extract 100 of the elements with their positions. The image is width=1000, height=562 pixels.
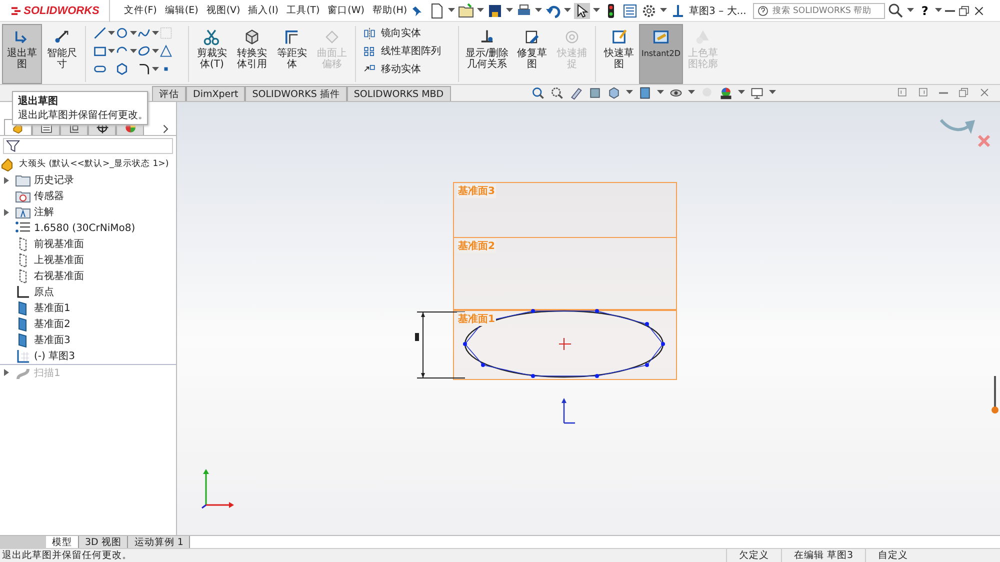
plane-label: 基准面2 bbox=[457, 239, 496, 253]
dropdown-caret-icon[interactable] bbox=[688, 90, 695, 95]
model-tab[interactable]: 运动算例 1 bbox=[128, 536, 190, 548]
tree-item[interactable]: 1.6580 (30CrNiMo8) bbox=[34, 222, 136, 234]
menu-item[interactable]: 视图(V) bbox=[202, 4, 244, 17]
status-field: 欠定义 bbox=[726, 549, 781, 562]
command-tab[interactable]: SOLIDWORKS 插件 bbox=[245, 86, 347, 101]
scene-icon bbox=[718, 86, 733, 100]
minimize-icon[interactable] bbox=[945, 10, 956, 12]
dropdown-caret-icon[interactable] bbox=[738, 90, 745, 95]
view-orientation-icon bbox=[588, 86, 602, 100]
triangle-icon[interactable] bbox=[159, 44, 173, 58]
dropdown-caret-icon[interactable] bbox=[152, 66, 159, 72]
tree-item[interactable]: 基准面3 bbox=[34, 333, 70, 347]
ellipse-icon[interactable] bbox=[137, 44, 151, 58]
command-tab[interactable]: SOLIDWORKS MBD bbox=[346, 86, 451, 101]
menu-item[interactable]: 文件(F) bbox=[120, 4, 161, 17]
search-field[interactable]: 搜索 SOLIDWORKS 帮助 bbox=[753, 2, 886, 18]
dropdown-caret-icon[interactable] bbox=[656, 90, 664, 95]
expand-arrow-icon[interactable] bbox=[4, 176, 8, 184]
dropdown-caret-icon[interactable] bbox=[130, 48, 137, 54]
ribbon-list-button[interactable]: 移动实体 bbox=[363, 62, 451, 76]
ribbon-button[interactable]: 等距实体 bbox=[272, 24, 312, 84]
sketch-origin-icon bbox=[560, 398, 576, 424]
list-icon bbox=[622, 2, 638, 18]
close-icon bbox=[973, 4, 986, 16]
dropdown-caret-icon[interactable] bbox=[593, 8, 600, 13]
dropdown-caret-icon[interactable] bbox=[564, 8, 572, 13]
sketch-icon bbox=[15, 348, 31, 364]
ruler-icon bbox=[652, 28, 670, 46]
dropdown-caret-icon[interactable] bbox=[506, 8, 514, 13]
ribbon-list-button[interactable]: 线性草图阵列 bbox=[363, 44, 451, 58]
dropdown-caret-icon[interactable] bbox=[152, 30, 159, 36]
settings-icon bbox=[641, 2, 658, 18]
help-button[interactable]: ? bbox=[917, 4, 932, 18]
tooltip-text: 退出此草图并保留任何更改。 bbox=[18, 108, 142, 122]
menu-item[interactable]: 插入(I) bbox=[244, 4, 282, 17]
ribbon-list-button[interactable]: 镜向实体 bbox=[363, 26, 451, 40]
save-icon bbox=[487, 2, 504, 18]
tree-item[interactable]: 上视基准面 bbox=[34, 253, 84, 267]
filter-field[interactable] bbox=[3, 138, 173, 154]
dropdown-caret-icon[interactable] bbox=[108, 48, 115, 54]
open-folder-icon bbox=[458, 2, 474, 18]
dropdown-caret-icon[interactable] bbox=[108, 30, 115, 36]
command-tab[interactable]: DimXpert bbox=[186, 86, 246, 101]
ribbon-button[interactable]: 快速草图 bbox=[599, 24, 639, 84]
dropdown-caret-icon[interactable] bbox=[448, 8, 456, 13]
scissors-icon bbox=[203, 28, 221, 46]
tree-item[interactable]: 原点 bbox=[34, 285, 54, 299]
dropdown-caret-icon[interactable] bbox=[768, 90, 776, 95]
menu-item[interactable]: 帮助(H) bbox=[368, 4, 412, 17]
dropdown-caret-icon[interactable] bbox=[626, 90, 633, 95]
ribbon-button[interactable]: 显示/删除几何关系 bbox=[462, 24, 512, 84]
pin-icon bbox=[411, 4, 424, 16]
ribbon-button[interactable]: 剪裁实体(T) bbox=[192, 24, 232, 84]
menu-item[interactable]: 工具(T) bbox=[282, 4, 324, 17]
fillet-icon[interactable] bbox=[137, 62, 151, 76]
polygon-icon[interactable] bbox=[115, 62, 129, 76]
restore-icon bbox=[958, 4, 970, 16]
search-icon bbox=[888, 2, 904, 18]
tree-item[interactable]: 传感器 bbox=[34, 189, 64, 203]
dropdown-caret-icon[interactable] bbox=[130, 30, 137, 36]
dropdown-caret-icon[interactable] bbox=[477, 8, 484, 13]
surface-offset-icon bbox=[323, 28, 341, 46]
ribbon-button[interactable]: 智能尺寸 bbox=[42, 24, 82, 84]
tree-item[interactable]: (-) 草图3 bbox=[34, 349, 75, 363]
circle-icon[interactable] bbox=[115, 26, 129, 40]
dropdown-caret-icon[interactable] bbox=[935, 8, 942, 13]
tree-item[interactable]: 基准面2 bbox=[34, 317, 70, 331]
snap-icon bbox=[563, 28, 581, 46]
dropdown-caret-icon[interactable] bbox=[907, 8, 914, 13]
rectangle-icon[interactable] bbox=[93, 44, 107, 58]
filter-icon bbox=[6, 139, 20, 153]
ribbon-button[interactable]: 修复草图 bbox=[512, 24, 552, 84]
ribbon-button[interactable]: 转换实体引用 bbox=[232, 24, 272, 84]
menu-item[interactable]: 编辑(E) bbox=[160, 4, 202, 17]
tree-root[interactable]: 大颈头 (默认<<默认>_显示状态 1>) bbox=[19, 158, 169, 170]
dropdown-caret-icon[interactable] bbox=[152, 48, 159, 54]
monitor-icon bbox=[750, 86, 764, 100]
help-circle-icon bbox=[757, 4, 770, 16]
dropdown-caret-icon[interactable] bbox=[535, 8, 542, 13]
command-tab[interactable]: 评估 bbox=[152, 86, 186, 101]
appearance-icon bbox=[700, 86, 714, 100]
dropdown-caret-icon[interactable] bbox=[660, 8, 668, 13]
tile-right-icon bbox=[918, 87, 929, 98]
ribbon-button[interactable]: Instant2D bbox=[639, 24, 683, 84]
tree-item[interactable]: 右视基准面 bbox=[34, 269, 84, 283]
expand-arrow-icon[interactable] bbox=[4, 208, 8, 216]
menu-item[interactable]: 窗口(W) bbox=[324, 4, 368, 17]
plane-label: 基准面1 bbox=[457, 312, 496, 326]
tree-item[interactable]: 注解 bbox=[34, 205, 54, 219]
tree-item[interactable]: 基准面1 bbox=[34, 301, 70, 315]
line-icon[interactable] bbox=[93, 26, 107, 40]
tree-item[interactable]: 前视基准面 bbox=[34, 237, 84, 251]
status-field: 在编辑 草图3 bbox=[780, 549, 865, 562]
document-title: 草图3 – 大... bbox=[689, 4, 746, 18]
model-tab[interactable]: 3D 视图 bbox=[79, 536, 128, 548]
scroll-slider-icon[interactable] bbox=[991, 374, 999, 416]
tree-item[interactable]: 历史记录 bbox=[34, 173, 74, 187]
ribbon-button[interactable]: 退出草图 bbox=[2, 24, 42, 84]
